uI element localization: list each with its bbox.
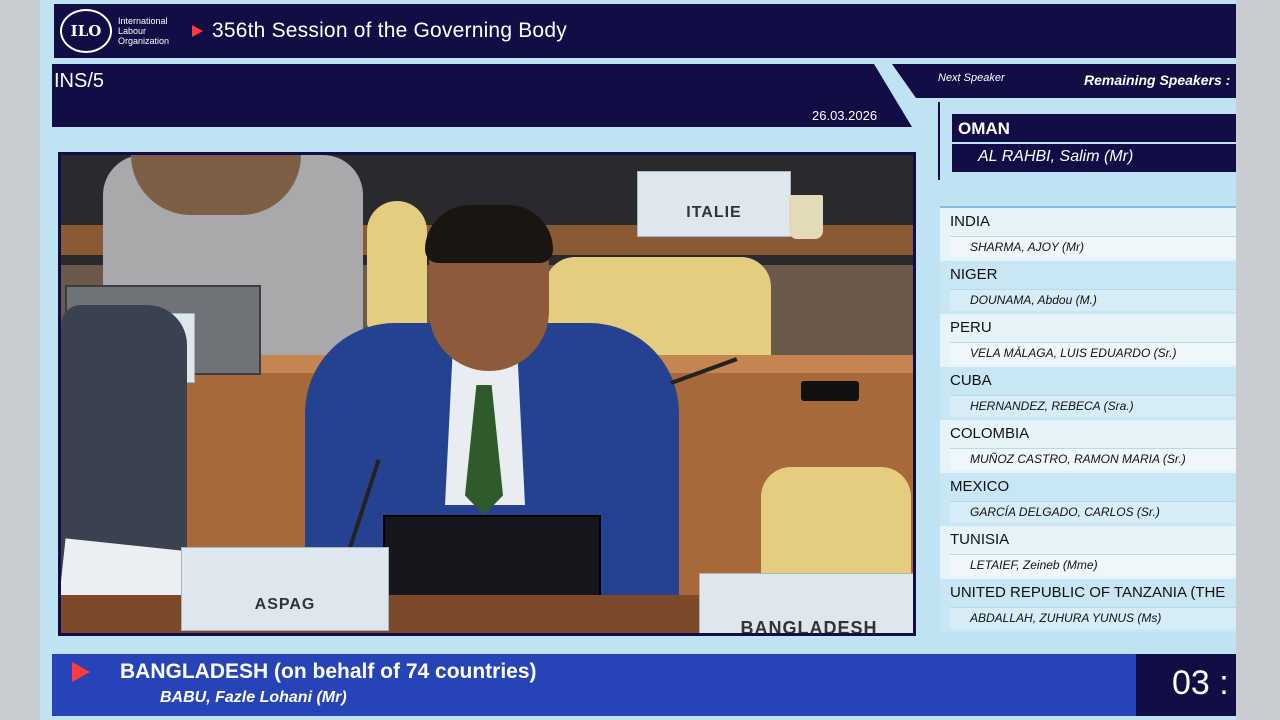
- speaker-name: SHARMA, AJOY (Mr): [950, 236, 1236, 258]
- list-item: NIGER DOUNAMA, Abdou (M.): [940, 261, 1236, 314]
- video-feed: ITALIE S ASPAG BANGLADESH: [58, 152, 916, 636]
- broadcast-frame: ILO International Labour Organization 35…: [40, 0, 1236, 720]
- list-item: CUBA HERNANDEZ, REBECA (Sra.): [940, 367, 1236, 420]
- next-speaker-country: OMAN: [952, 114, 1236, 142]
- remaining-speakers-label: Remaining Speakers :: [1084, 72, 1231, 88]
- current-speaker-country: BANGLADESH (on behalf of 74 countries): [120, 660, 537, 683]
- org-name: International Labour Organization: [118, 16, 170, 46]
- speaker-name: GARCÍA DELGADO, CARLOS (Sr.): [950, 501, 1236, 523]
- speaker-hair: [425, 205, 553, 263]
- name-plate-aspag: ASPAG: [181, 547, 389, 631]
- list-item: TUNISIA LETAIEF, Zeineb (Mme): [940, 526, 1236, 579]
- remaining-speakers-list: INDIA SHARMA, AJOY (Mr) NIGER DOUNAMA, A…: [940, 206, 1236, 636]
- play-triangle-icon: [192, 25, 203, 37]
- agenda-code: INS/5: [54, 70, 105, 92]
- list-item: COLOMBIA MUÑOZ CASTRO, RAMON MARIA (Sr.): [940, 420, 1236, 473]
- speaker-country: CUBA: [950, 372, 992, 389]
- speaker-country: UNITED REPUBLIC OF TANZANIA (THE: [950, 584, 1226, 601]
- agenda-date: 26.03.2026: [812, 108, 878, 123]
- speaker-name: HERNANDEZ, REBECA (Sra.): [950, 395, 1236, 417]
- next-speaker-name: AL RAHBI, Salim (Mr): [952, 144, 1236, 172]
- chair: [367, 201, 427, 331]
- list-item: MEXICO GARCÍA DELGADO, CARLOS (Sr.): [940, 473, 1236, 526]
- speaking-timer: 03 :: [1136, 654, 1236, 716]
- speaker-name: MUÑOZ CASTRO, RAMON MARIA (Sr.): [950, 448, 1236, 470]
- list-item: INDIA SHARMA, AJOY (Mr): [940, 208, 1236, 261]
- play-triangle-icon: [72, 662, 90, 682]
- speaker-name: DOUNAMA, Abdou (M.): [950, 289, 1236, 311]
- speaker-name: ABDALLAH, ZUHURA YUNUS (Ms): [950, 607, 1236, 629]
- next-speaker-label: Next Speaker: [938, 72, 1005, 84]
- name-plate-bangladesh: BANGLADESH: [699, 573, 913, 633]
- session-title: 356th Session of the Governing Body: [212, 19, 567, 42]
- speaker-country: INDIA: [950, 213, 991, 230]
- divider: [938, 102, 940, 180]
- ilo-logo: ILO: [60, 9, 112, 53]
- speakers-header: Next Speaker Remaining Speakers :: [892, 64, 1236, 98]
- name-plate-italie: ITALIE: [637, 171, 791, 237]
- phone: [801, 381, 859, 401]
- agenda-banner: INS/5 26.03.2026: [52, 64, 912, 127]
- session-header: ILO International Labour Organization 35…: [54, 4, 1236, 58]
- current-speaker-name: BABU, Fazle Lohani (Mr): [160, 689, 347, 706]
- speaker-name: VELA MÁLAGA, LUIS EDUARDO (Sr.): [950, 342, 1236, 364]
- list-item: UNITED REPUBLIC OF TANZANIA (THE ABDALLA…: [940, 579, 1236, 632]
- speaker-country: TUNISIA: [950, 531, 1010, 548]
- speaker-country: COLOMBIA: [950, 425, 1030, 442]
- list-item: PERU VELA MÁLAGA, LUIS EDUARDO (Sr.): [940, 314, 1236, 367]
- cup: [789, 195, 823, 239]
- speaker-country: MEXICO: [950, 478, 1010, 495]
- speaker-country: PERU: [950, 319, 992, 336]
- speaker-country: NIGER: [950, 266, 998, 283]
- current-speaker-bar: BANGLADESH (on behalf of 74 countries) B…: [52, 654, 1136, 716]
- speaker-name: LETAIEF, Zeineb (Mme): [950, 554, 1236, 576]
